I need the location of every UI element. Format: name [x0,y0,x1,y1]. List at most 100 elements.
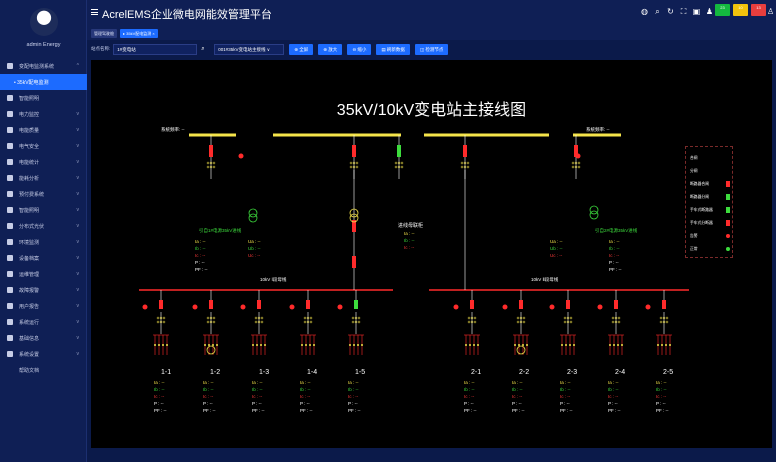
run-icon [7,319,13,325]
station-input[interactable]: 1#变电站 [113,43,198,55]
bus-right-label: 10kV Ⅱ段母线 [531,277,559,282]
fuse-icon [514,344,516,346]
alarm-dot-icon [453,304,459,310]
notification-badge[interactable]: 10 [733,4,748,16]
tab[interactable]: 管理驾驶舱 [91,28,117,38]
alarm-dot-icon [645,304,651,310]
meas-p: P : -- [656,401,666,406]
sidebar-item[interactable]: 系统运行 v [0,314,87,330]
transformer-icon [516,345,526,355]
feeder-name: 1-5 [355,369,366,376]
meas-pf: PF : -- [348,408,361,413]
freq-left: 系统频率: -- [161,127,185,132]
sidebar-item[interactable]: 智能照明 v [0,202,87,218]
sidebar-item[interactable]: 帮助文档 [0,362,87,378]
fullscreen-icon[interactable]: ⛶ [679,7,688,16]
sidebar-item[interactable]: 预付费系统 v [0,186,87,202]
sidebar-item[interactable]: 故障报警 v [0,282,87,298]
sidebar-item[interactable]: 用户报告 v [0,298,87,314]
sidebar-item[interactable]: 分布式光伏 v [0,218,87,234]
fullscreen-button[interactable]: ⊕ 全屏 [289,43,314,55]
refresh-data-button[interactable]: ▤ 刷新数据 [376,43,410,55]
sidebar-item[interactable]: 电力监控 v [0,106,87,122]
avatar[interactable]: ♙ [767,7,774,16]
legend: 合闸 分闸 断路器合闸 断路器分闸 手车式断路器 手车式分断器 告警 正常 [685,146,733,258]
meas-ia: Ia : -- [404,231,415,236]
fuse-icon [569,344,571,346]
sidebar-item[interactable]: 设备档案 v [0,250,87,266]
fuse-icon [573,344,575,346]
legend-label: 手车式断路器 [690,207,713,212]
refresh-icon[interactable]: ↻ [666,7,675,16]
fuse-icon [621,344,623,346]
fuse-icon [617,344,619,346]
sidebar-item[interactable]: 运维管理 v [0,266,87,282]
fuse-icon [305,344,307,346]
ct-icon [349,165,353,169]
ct-icon [303,316,307,320]
meas-ib: Ib : -- [203,387,214,392]
zoom-out-button[interactable]: ⊖ 缩小 [347,43,372,55]
bell-icon[interactable]: ♟ [705,7,714,16]
sidebar-item[interactable]: 基础信息 v [0,330,87,346]
ct-icon [611,316,615,320]
chevron-icon: v [76,191,80,197]
fuse-icon [526,344,528,346]
menu-toggle-icon[interactable] [91,9,98,15]
toolbar-buttons: ⊕ 全屏 ⊕ 放大 ⊖ 缩小 ▤ 刷新数据 ◫ 检测节点 [289,43,453,55]
meas-pf: PF : -- [464,408,477,413]
ct-icon [162,320,166,324]
notification-badge[interactable]: 13 [751,4,766,16]
ct-icon [254,316,258,320]
chevron-icon: v [76,351,80,357]
notification-badge[interactable]: 23 [715,4,730,16]
breaker-icon [470,300,474,309]
app-title: AcrelEMS企业微电网能效管理平台 [102,9,272,21]
meas-pf: PF : -- [203,408,216,413]
sidebar-item[interactable]: 环境监测 v [0,234,87,250]
fuse-icon [264,344,266,346]
sidebar-item[interactable]: 系统设置 v [0,346,87,362]
user-name: admin Energy [26,42,61,48]
breaker-icon [463,145,467,157]
globe-icon[interactable]: ◍ [640,7,649,16]
feeder-meas: Ia : -- Ib : -- Ic : -- P : -- PF : -- [560,379,573,414]
ct-icon [260,316,264,320]
sidebar-item[interactable]: 电气安全 v [0,138,87,154]
check-node-button[interactable]: ◫ 检测节点 [414,43,449,55]
zoom-in-button[interactable]: ⊕ 放大 [318,43,343,55]
sidebar-item[interactable]: 电能统计 v [0,154,87,170]
image-icon[interactable]: ▣ [692,7,701,16]
meas-ic: Ic : -- [348,394,359,399]
ct-icon [254,320,258,324]
sidebar-item-label: 分布式光伏 [19,223,45,230]
ct-icon [212,161,216,165]
bus-left-label: 10kV Ⅰ段母线 [260,277,287,282]
sidebar-item-label: 电气安全 [19,143,40,150]
meas-ib: Ib : -- [464,387,475,392]
diagram-select[interactable]: 001#35kV变电站主接线 ∨ [214,43,285,55]
ct-icon [460,165,464,169]
sidebar-item[interactable]: 变配电监测系统 ^ [0,58,87,74]
sidebar-item[interactable]: 电能质量 v [0,122,87,138]
tab[interactable]: ▸ 35kV配电监测 × [120,28,158,38]
ct-icon [522,320,526,324]
feeder-name: 1-2 [210,369,221,376]
feeder-meas: Ia : -- Ib : -- Ic : -- P : -- PF : -- [252,379,265,414]
ct-icon [351,320,355,324]
sidebar-item-label: 故障报警 [19,287,40,294]
ct-icon [212,320,216,324]
sidebar-item[interactable]: 能耗分析 v [0,170,87,186]
feeder-meas: Ia : -- Ib : -- Ic : -- P : -- PF : -- [348,379,361,414]
meas-voltage-right: Ua : -- Ub : -- Uc : -- [550,238,563,259]
meas-uc: Uc : -- [550,253,563,258]
search-icon[interactable]: ⌕ [653,7,662,16]
ct-icon [156,316,160,320]
sidebar-item[interactable]: 智能照明 [0,90,87,106]
alarm-dot-icon [597,304,603,310]
search-icon[interactable]: ⌕ [201,44,210,55]
tool-icon [7,271,13,277]
ct-icon [355,161,359,165]
sidebar-item-label: 智能照明 [19,95,40,102]
sidebar-item[interactable]: • 35kV配电监测 [0,74,87,90]
